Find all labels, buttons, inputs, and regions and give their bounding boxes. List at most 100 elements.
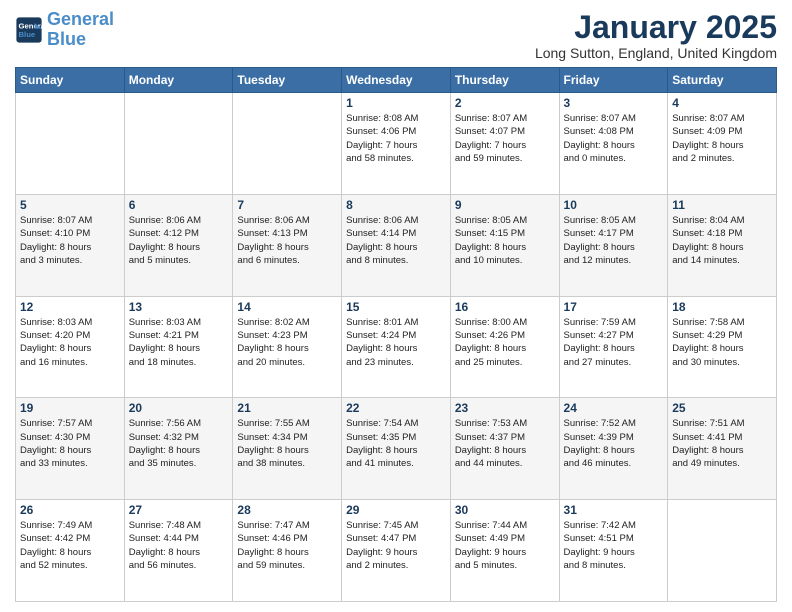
day-info: Sunrise: 8:02 AMSunset: 4:23 PMDaylight:… [237, 316, 337, 369]
col-saturday: Saturday [668, 68, 777, 93]
day-info: Sunrise: 7:58 AMSunset: 4:29 PMDaylight:… [672, 316, 772, 369]
day-number: 26 [20, 503, 120, 517]
day-info: Sunrise: 7:51 AMSunset: 4:41 PMDaylight:… [672, 417, 772, 470]
day-number: 8 [346, 198, 446, 212]
col-monday: Monday [124, 68, 233, 93]
table-row: 23Sunrise: 7:53 AMSunset: 4:37 PMDayligh… [450, 398, 559, 500]
table-row: 19 Sunrise: 7:57 AMSunset: 4:30 PMDayligh… [16, 398, 125, 500]
day-info: Sunrise: 8:05 AMSunset: 4:17 PMDaylight:… [564, 214, 664, 267]
location-title: Long Sutton, England, United Kingdom [535, 45, 777, 61]
day-number: 16 [455, 300, 555, 314]
day-number: 5 [20, 198, 120, 212]
table-row: 22Sunrise: 7:54 AMSunset: 4:35 PMDayligh… [342, 398, 451, 500]
day-number: 11 [672, 198, 772, 212]
logo-general: General [47, 9, 114, 29]
day-number: 3 [564, 96, 664, 110]
table-row: 15Sunrise: 8:01 AMSunset: 4:24 PMDayligh… [342, 296, 451, 398]
table-row: 11 Sunrise: 8:04 AMSunset: 4:18 PMDayligh… [668, 194, 777, 296]
day-info: Sunrise: 7:49 AMSunset: 4:42 PMDaylight:… [20, 519, 120, 572]
table-row: 21 Sunrise: 7:55 AMSunset: 4:34 PMDayligh… [233, 398, 342, 500]
day-info: Sunrise: 8:03 AMSunset: 4:21 PMDaylight:… [129, 316, 229, 369]
day-number: 6 [129, 198, 229, 212]
table-row: 27 Sunrise: 7:48 AMSunset: 4:44 PMDayligh… [124, 500, 233, 602]
day-info: Sunrise: 7:55 AMSunset: 4:34 PMDaylight:… [237, 417, 337, 470]
day-number: 12 [20, 300, 120, 314]
table-row: 1 Sunrise: 8:08 AMSunset: 4:06 PMDaylight… [342, 93, 451, 195]
day-number: 28 [237, 503, 337, 517]
table-row [233, 93, 342, 195]
table-row [668, 500, 777, 602]
table-row: 17Sunrise: 7:59 AMSunset: 4:27 PMDayligh… [559, 296, 668, 398]
col-thursday: Thursday [450, 68, 559, 93]
day-info: Sunrise: 8:01 AMSunset: 4:24 PMDaylight:… [346, 316, 446, 369]
day-info: Sunrise: 8:04 AMSunset: 4:18 PMDaylight:… [672, 214, 772, 267]
table-row: 3 Sunrise: 8:07 AMSunset: 4:08 PMDaylight… [559, 93, 668, 195]
col-sunday: Sunday [16, 68, 125, 93]
day-number: 31 [564, 503, 664, 517]
day-number: 13 [129, 300, 229, 314]
logo-text: General Blue [47, 10, 114, 50]
table-row [124, 93, 233, 195]
day-number: 21 [237, 401, 337, 415]
day-info: Sunrise: 8:07 AMSunset: 4:07 PMDaylight:… [455, 112, 555, 165]
table-row: 5 Sunrise: 8:07 AMSunset: 4:10 PMDaylight… [16, 194, 125, 296]
day-info: Sunrise: 8:00 AMSunset: 4:26 PMDaylight:… [455, 316, 555, 369]
calendar-week-row: 19 Sunrise: 7:57 AMSunset: 4:30 PMDayligh… [16, 398, 777, 500]
day-info: Sunrise: 7:56 AMSunset: 4:32 PMDaylight:… [129, 417, 229, 470]
page: General Blue General Blue January 2025 L… [0, 0, 792, 612]
day-number: 7 [237, 198, 337, 212]
day-info: Sunrise: 7:47 AMSunset: 4:46 PMDaylight:… [237, 519, 337, 572]
calendar-table: Sunday Monday Tuesday Wednesday Thursday… [15, 67, 777, 602]
table-row: 9Sunrise: 8:05 AMSunset: 4:15 PMDaylight… [450, 194, 559, 296]
logo-area: General Blue General Blue [15, 10, 114, 50]
day-info: Sunrise: 7:48 AMSunset: 4:44 PMDaylight:… [129, 519, 229, 572]
table-row: 25 Sunrise: 7:51 AMSunset: 4:41 PMDayligh… [668, 398, 777, 500]
col-friday: Friday [559, 68, 668, 93]
svg-text:Blue: Blue [19, 30, 36, 39]
calendar-week-row: 26 Sunrise: 7:49 AMSunset: 4:42 PMDayligh… [16, 500, 777, 602]
logo-blue: Blue [47, 29, 86, 49]
table-row: 13 Sunrise: 8:03 AMSunset: 4:21 PMDayligh… [124, 296, 233, 398]
day-info: Sunrise: 8:06 AMSunset: 4:12 PMDaylight:… [129, 214, 229, 267]
day-info: Sunrise: 7:52 AMSunset: 4:39 PMDaylight:… [564, 417, 664, 470]
day-number: 29 [346, 503, 446, 517]
calendar-week-row: 1 Sunrise: 8:08 AMSunset: 4:06 PMDaylight… [16, 93, 777, 195]
day-number: 19 [20, 401, 120, 415]
day-info: Sunrise: 7:59 AMSunset: 4:27 PMDaylight:… [564, 316, 664, 369]
day-number: 1 [346, 96, 446, 110]
calendar-week-row: 12Sunrise: 8:03 AMSunset: 4:20 PMDayligh… [16, 296, 777, 398]
day-info: Sunrise: 8:07 AMSunset: 4:09 PMDaylight:… [672, 112, 772, 165]
calendar-week-row: 5 Sunrise: 8:07 AMSunset: 4:10 PMDaylight… [16, 194, 777, 296]
table-row: 20Sunrise: 7:56 AMSunset: 4:32 PMDayligh… [124, 398, 233, 500]
calendar-header-row: Sunday Monday Tuesday Wednesday Thursday… [16, 68, 777, 93]
day-info: Sunrise: 8:07 AMSunset: 4:10 PMDaylight:… [20, 214, 120, 267]
title-area: January 2025 Long Sutton, England, Unite… [535, 10, 777, 61]
day-info: Sunrise: 8:07 AMSunset: 4:08 PMDaylight:… [564, 112, 664, 165]
day-info: Sunrise: 8:08 AMSunset: 4:06 PMDaylight:… [346, 112, 446, 165]
logo-icon: General Blue [15, 16, 43, 44]
day-number: 27 [129, 503, 229, 517]
day-number: 18 [672, 300, 772, 314]
day-info: Sunrise: 7:54 AMSunset: 4:35 PMDaylight:… [346, 417, 446, 470]
day-info: Sunrise: 8:06 AMSunset: 4:13 PMDaylight:… [237, 214, 337, 267]
table-row: 31 Sunrise: 7:42 AMSunset: 4:51 PMDayligh… [559, 500, 668, 602]
day-info: Sunrise: 7:44 AMSunset: 4:49 PMDaylight:… [455, 519, 555, 572]
svg-text:General: General [19, 21, 44, 30]
day-info: Sunrise: 7:45 AMSunset: 4:47 PMDaylight:… [346, 519, 446, 572]
day-info: Sunrise: 8:05 AMSunset: 4:15 PMDaylight:… [455, 214, 555, 267]
day-number: 2 [455, 96, 555, 110]
col-tuesday: Tuesday [233, 68, 342, 93]
table-row: 24 Sunrise: 7:52 AMSunset: 4:39 PMDayligh… [559, 398, 668, 500]
day-number: 25 [672, 401, 772, 415]
table-row: 18 Sunrise: 7:58 AMSunset: 4:29 PMDayligh… [668, 296, 777, 398]
day-number: 14 [237, 300, 337, 314]
table-row: 8Sunrise: 8:06 AMSunset: 4:14 PMDaylight… [342, 194, 451, 296]
day-info: Sunrise: 7:57 AMSunset: 4:30 PMDaylight:… [20, 417, 120, 470]
day-number: 23 [455, 401, 555, 415]
header: General Blue General Blue January 2025 L… [15, 10, 777, 61]
table-row: 7 Sunrise: 8:06 AMSunset: 4:13 PMDaylight… [233, 194, 342, 296]
table-row: 2 Sunrise: 8:07 AMSunset: 4:07 PMDaylight… [450, 93, 559, 195]
day-info: Sunrise: 7:42 AMSunset: 4:51 PMDaylight:… [564, 519, 664, 572]
day-number: 30 [455, 503, 555, 517]
day-number: 24 [564, 401, 664, 415]
